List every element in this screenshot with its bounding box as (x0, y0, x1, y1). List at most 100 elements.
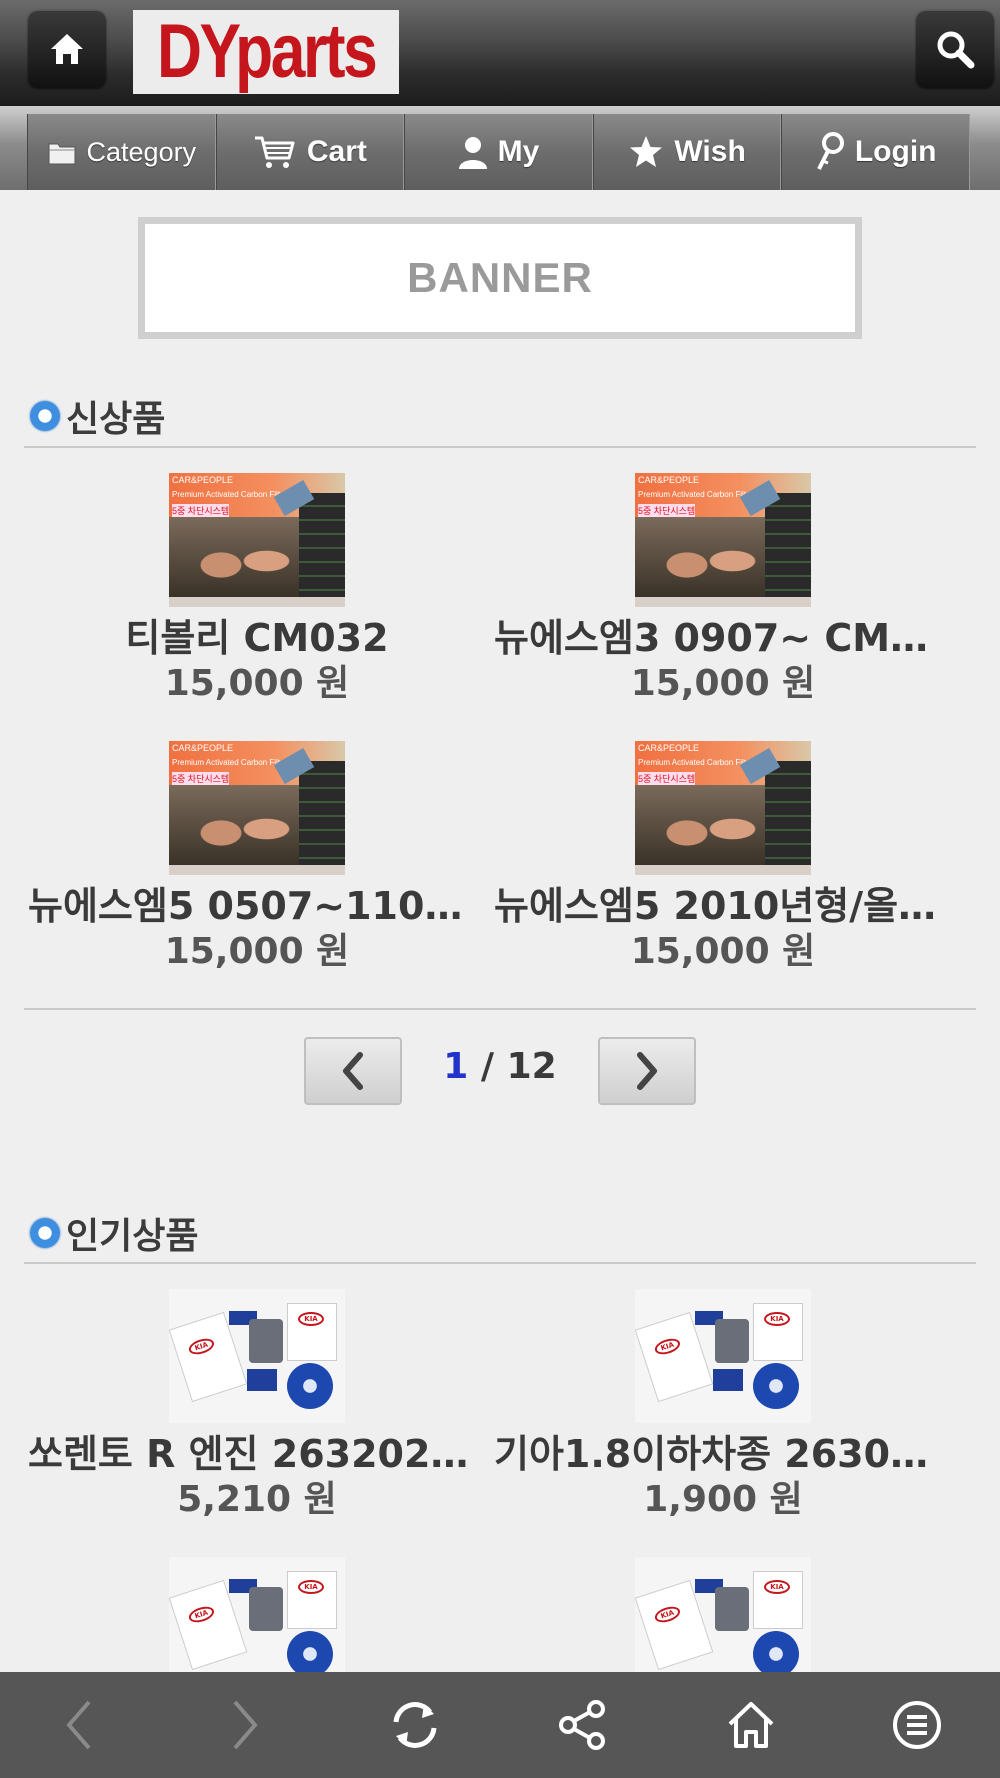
product-thumbnail[interactable]: KIA KIA (635, 1289, 811, 1423)
folder-icon (48, 143, 76, 165)
share-button[interactable] (550, 1692, 616, 1758)
forward-icon (233, 1700, 258, 1750)
thumb-headline-text: Premium Activated Carbon Filter (638, 490, 754, 499)
kia-logo-text: KIA (652, 1335, 682, 1358)
product-card[interactable]: CAR&PEOPLE Premium Activated Carbon Filt… (488, 473, 958, 707)
forward-button[interactable] (212, 1692, 278, 1758)
refresh-icon (393, 1702, 437, 1748)
product-card[interactable]: KIA KIA (488, 1557, 958, 1691)
next-page-button[interactable] (598, 1037, 696, 1105)
product-name[interactable]: 뉴에스엠5 2010년형/올뉴… (488, 883, 958, 929)
thumb-brand-text: CAR&PEOPLE (638, 743, 700, 753)
product-card[interactable]: KIA KIA 쏘렌토 R 엔진 263202F… 5,210 원 (22, 1289, 492, 1523)
menu-icon (893, 1701, 941, 1749)
thumb-brand-text: CAR&PEOPLE (172, 743, 234, 753)
page-separator: / (468, 1046, 507, 1087)
nav-my[interactable]: My (404, 114, 593, 190)
nav-my-label: My (497, 135, 540, 168)
product-thumbnail[interactable]: KIA KIA (635, 1557, 811, 1691)
product-price: 15,000 원 (164, 663, 350, 704)
section-divider (24, 1262, 976, 1264)
product-price: 15,000 원 (630, 663, 816, 704)
thumb-headline-text: Premium Activated Carbon Filter (172, 758, 288, 767)
product-thumbnail[interactable]: CAR&PEOPLE Premium Activated Carbon Filt… (635, 473, 811, 607)
product-name[interactable]: 기아1.8이하차종 263002… (488, 1431, 958, 1477)
back-icon (66, 1700, 91, 1750)
cart-icon (254, 136, 295, 168)
product-card[interactable]: KIA KIA 기아1.8이하차종 263002… 1,900 원 (488, 1289, 958, 1523)
chevron-left-icon (343, 1052, 363, 1090)
nav-cart-label: Cart (306, 135, 367, 168)
thumb-tagline-text: 5중 차단시스템 (172, 772, 230, 785)
thumb-brand-text: CAR&PEOPLE (172, 475, 234, 485)
prev-page-button[interactable] (304, 1037, 402, 1105)
home-icon (728, 1702, 774, 1748)
search-icon (937, 31, 975, 69)
section-divider (24, 1008, 976, 1010)
product-thumbnail[interactable]: KIA KIA (169, 1289, 345, 1423)
thumb-headline-text: Premium Activated Carbon Filter (172, 490, 288, 499)
kia-logo-text: KIA (186, 1603, 216, 1626)
product-thumbnail[interactable]: CAR&PEOPLE Premium Activated Carbon Filt… (169, 473, 345, 607)
logo-text: DYparts (156, 9, 378, 94)
new-products-title-text: 신상품 (66, 399, 166, 440)
product-name[interactable]: 뉴에스엠3 0907~ CM036 (488, 615, 958, 661)
product-name[interactable]: 뉴에스엠5 0507~1101(S… (22, 883, 492, 929)
nav-cart[interactable]: Cart (215, 114, 405, 190)
nav-category-label: Category (86, 136, 197, 167)
product-price: 1,900 원 (643, 1479, 803, 1520)
product-name[interactable]: 티볼리 CM032 (22, 615, 492, 661)
kia-logo-text: KIA (652, 1603, 682, 1626)
popular-products-title: 인기상품 (30, 1207, 198, 1259)
total-pages: 12 (506, 1046, 557, 1087)
kia-logo-text: KIA (298, 1312, 324, 1326)
product-thumbnail[interactable]: CAR&PEOPLE Premium Activated Carbon Filt… (635, 741, 811, 875)
current-page: 1 (443, 1046, 469, 1087)
refresh-button[interactable] (382, 1692, 448, 1758)
product-price: 15,000 원 (164, 931, 350, 972)
thumb-headline-text: Premium Activated Carbon Filter (638, 758, 754, 767)
product-card[interactable]: CAR&PEOPLE Premium Activated Carbon Filt… (22, 473, 492, 707)
kia-logo-text: KIA (764, 1580, 790, 1594)
back-button[interactable] (46, 1692, 112, 1758)
kia-logo-text: KIA (186, 1335, 216, 1358)
banner[interactable]: BANNER (138, 217, 862, 339)
nav-login[interactable]: Login (781, 114, 970, 190)
nav-login-label: Login (854, 135, 937, 168)
browser-bottom-bar (0, 1672, 1000, 1778)
person-icon (458, 137, 487, 169)
section-bullet-icon (30, 1218, 60, 1248)
menu-button[interactable] (884, 1692, 950, 1758)
kia-logo-text: KIA (764, 1312, 790, 1326)
page-indicator: 1 / 12 (410, 1046, 590, 1087)
kia-logo-text: KIA (298, 1580, 324, 1594)
product-thumbnail[interactable]: CAR&PEOPLE Premium Activated Carbon Filt… (169, 741, 345, 875)
nav-wish[interactable]: Wish (592, 114, 782, 190)
banner-text: BANNER (407, 254, 593, 301)
new-products-title: 신상품 (30, 390, 165, 442)
nav-category[interactable]: Category (27, 114, 216, 190)
section-divider (24, 446, 976, 448)
thumb-brand-text: CAR&PEOPLE (638, 475, 700, 485)
main-nav: Category Cart My Wish Login (0, 106, 1000, 190)
site-logo[interactable]: DYparts (133, 10, 399, 94)
thumb-tagline-text: 5중 차단시스템 (638, 772, 696, 785)
product-price: 5,210 원 (177, 1479, 337, 1520)
product-name[interactable]: 쏘렌토 R 엔진 263202F… (22, 1431, 492, 1477)
home-icon (51, 34, 83, 64)
search-button[interactable] (916, 10, 994, 88)
home-button[interactable] (28, 10, 106, 88)
product-card[interactable]: CAR&PEOPLE Premium Activated Carbon Filt… (22, 741, 492, 975)
key-icon (817, 132, 844, 170)
product-price: 15,000 원 (630, 931, 816, 972)
nav-wish-label: Wish (674, 135, 746, 168)
thumb-tagline-text: 5중 차단시스템 (638, 504, 696, 517)
product-thumbnail[interactable]: KIA KIA (169, 1557, 345, 1691)
browser-home-button[interactable] (718, 1692, 784, 1758)
share-icon (559, 1700, 605, 1750)
thumb-tagline-text: 5중 차단시스템 (172, 504, 230, 517)
chevron-right-icon (637, 1052, 657, 1090)
product-card[interactable]: CAR&PEOPLE Premium Activated Carbon Filt… (488, 741, 958, 975)
product-card[interactable]: KIA KIA (22, 1557, 492, 1691)
star-icon (630, 136, 663, 167)
